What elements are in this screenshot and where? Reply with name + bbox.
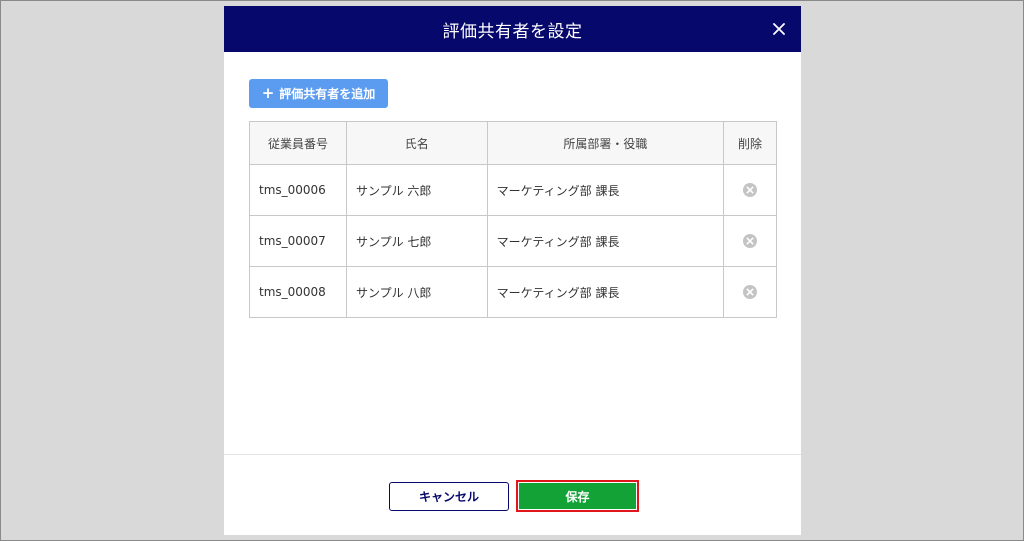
header-employee-id: 従業員番号 xyxy=(249,121,347,165)
cell-delete xyxy=(723,215,777,267)
remove-circle-icon[interactable] xyxy=(742,284,758,300)
cell-department: マーケティング部 課長 xyxy=(486,215,725,267)
share-evaluators-modal: 評価共有者を設定 + 評価共有者を追加 従業員番号 氏名 所属部署・役職 削除 xyxy=(224,6,801,535)
table-row: tms_00008 サンプル 八郎 マーケティング部 課長 xyxy=(249,266,777,318)
cell-name: サンプル 七郎 xyxy=(345,215,488,267)
cell-employee-id: tms_00007 xyxy=(249,215,347,267)
cancel-button[interactable]: キャンセル xyxy=(389,482,509,511)
cell-employee-id: tms_00006 xyxy=(249,164,347,216)
add-evaluator-label: 評価共有者を追加 xyxy=(279,87,376,101)
header-name: 氏名 xyxy=(345,121,488,165)
remove-circle-icon[interactable] xyxy=(742,233,758,249)
add-evaluator-button[interactable]: + 評価共有者を追加 xyxy=(249,79,388,108)
save-button[interactable]: 保存 xyxy=(519,483,636,509)
footer-divider xyxy=(224,454,801,455)
table-row: tms_00007 サンプル 七郎 マーケティング部 課長 xyxy=(249,215,777,267)
header-department: 所属部署・役職 xyxy=(486,121,725,165)
cell-department: マーケティング部 課長 xyxy=(486,164,725,216)
table-row: tms_00006 サンプル 六郎 マーケティング部 課長 xyxy=(249,164,777,216)
cell-name: サンプル 八郎 xyxy=(345,266,488,318)
cell-delete xyxy=(723,164,777,216)
modal-title: 評価共有者を設定 xyxy=(442,21,583,42)
header-delete: 削除 xyxy=(723,121,777,165)
table-header-row: 従業員番号 氏名 所属部署・役職 削除 xyxy=(249,121,777,165)
cell-delete xyxy=(723,266,777,318)
modal-header: 評価共有者を設定 xyxy=(224,6,801,52)
close-icon[interactable] xyxy=(767,17,791,41)
cell-employee-id: tms_00008 xyxy=(249,266,347,318)
cell-department: マーケティング部 課長 xyxy=(486,266,725,318)
evaluator-table: 従業員番号 氏名 所属部署・役職 削除 tms_00006 サンプル 六郎 マー… xyxy=(249,121,777,318)
cell-name: サンプル 六郎 xyxy=(345,164,488,216)
plus-icon: + xyxy=(261,84,275,102)
remove-circle-icon[interactable] xyxy=(742,182,758,198)
